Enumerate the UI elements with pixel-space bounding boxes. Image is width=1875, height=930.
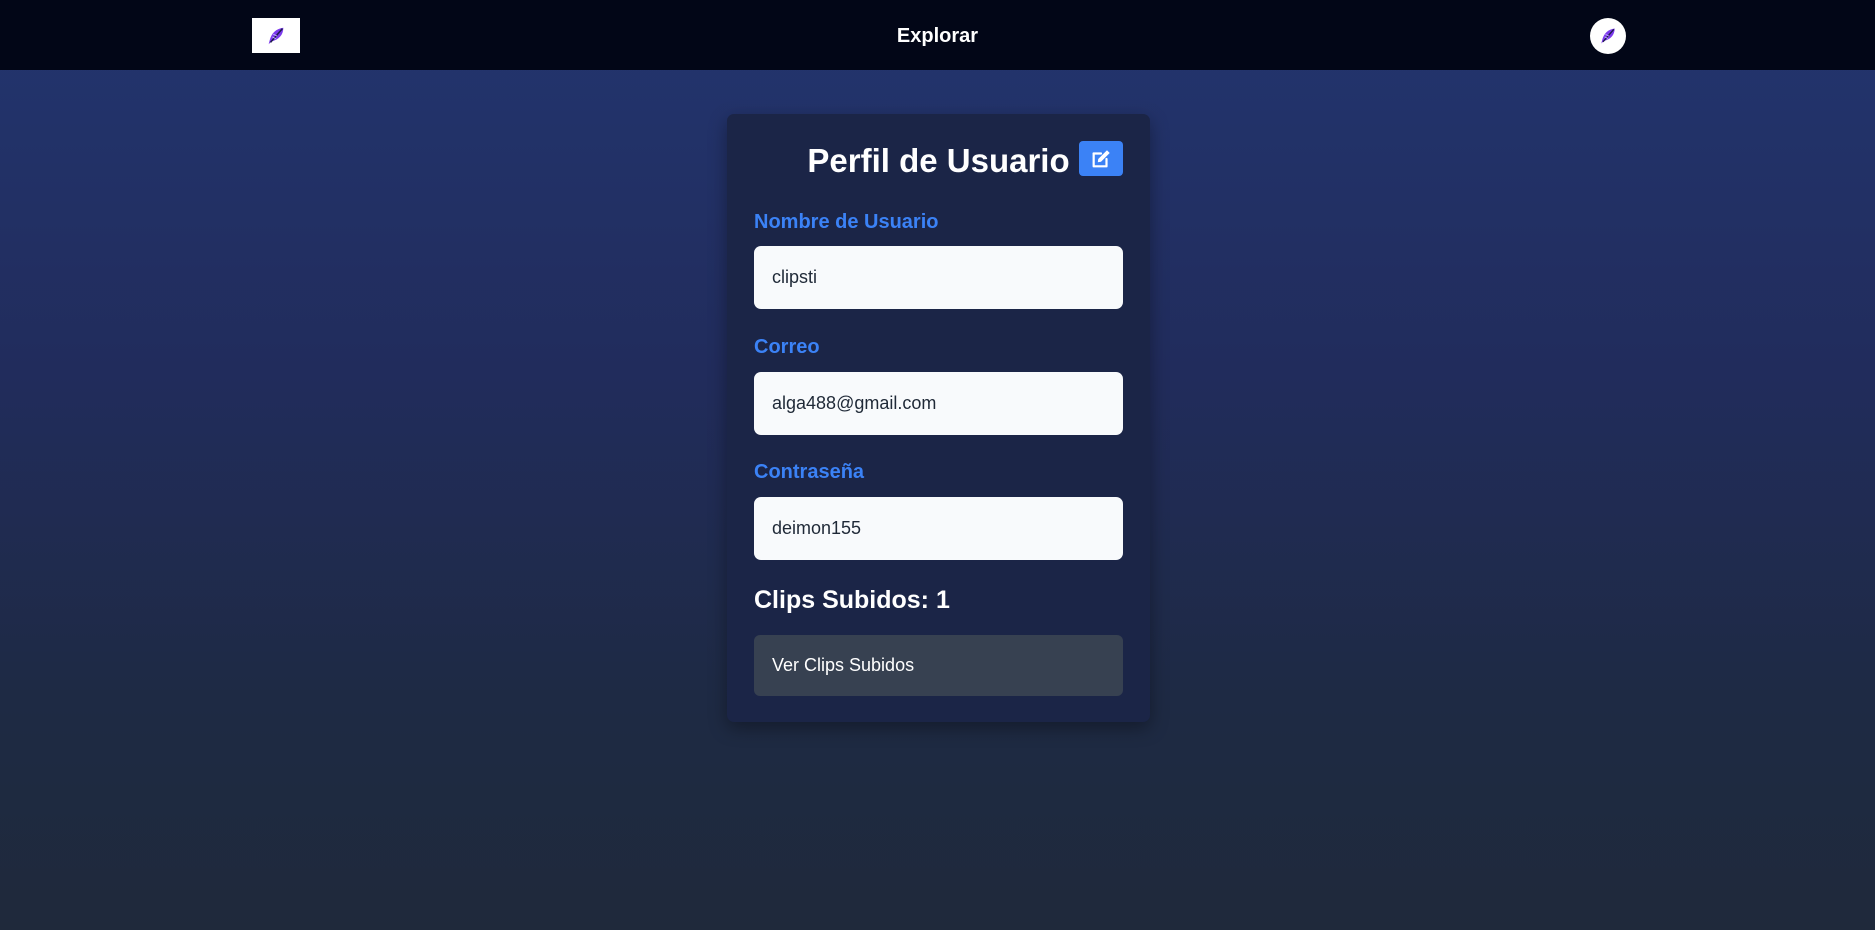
- password-field[interactable]: [754, 497, 1123, 560]
- username-field[interactable]: [754, 246, 1123, 309]
- username-label: Nombre de Usuario: [754, 211, 939, 233]
- edit-profile-button[interactable]: [1079, 141, 1123, 176]
- feather-pen-icon: [1601, 28, 1615, 44]
- feather-pen-icon: [268, 27, 284, 44]
- profile-card: Perfil de Usuario Nombre de Usuario Corr…: [727, 114, 1150, 722]
- top-navbar: Explorar: [0, 0, 1875, 70]
- view-clips-button[interactable]: Ver Clips Subidos: [754, 635, 1123, 696]
- email-field[interactable]: [754, 372, 1123, 435]
- logo[interactable]: [252, 18, 300, 53]
- avatar[interactable]: [1590, 18, 1626, 54]
- edit-icon: [1092, 149, 1110, 167]
- nav-link-explorar[interactable]: Explorar: [897, 25, 978, 47]
- password-label: Contraseña: [754, 461, 865, 483]
- email-label: Correo: [754, 336, 820, 358]
- clips-count-heading: Clips Subidos: 1: [754, 586, 950, 614]
